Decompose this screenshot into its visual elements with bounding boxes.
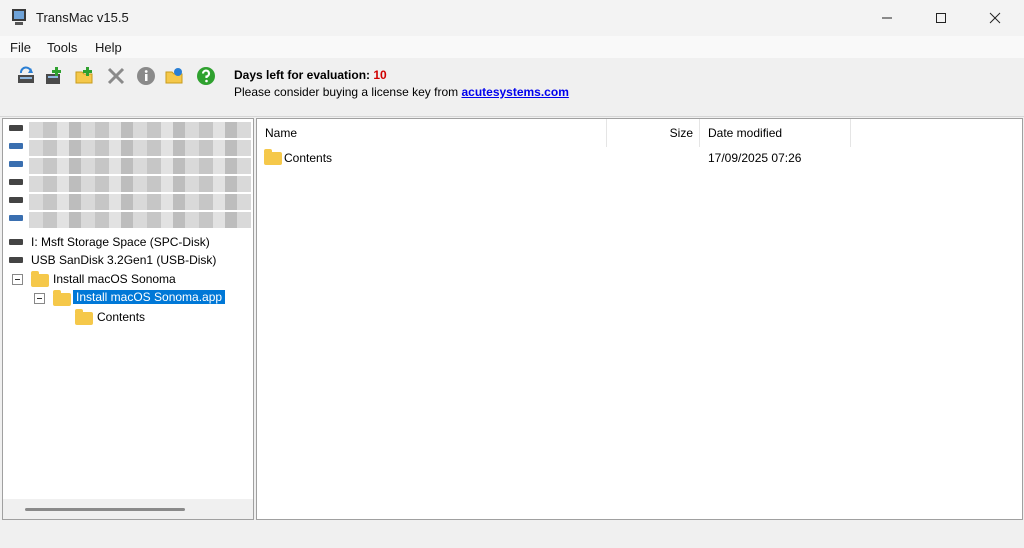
column-size-label: Size	[669, 126, 693, 140]
folder-icon	[75, 309, 93, 325]
tree-item-label: I: Msft Storage Space (SPC-Disk)	[31, 235, 210, 249]
tree-item-label: USB SanDisk 3.2Gen1 (USB-Disk)	[31, 253, 217, 267]
column-date-label: Date modified	[708, 126, 783, 140]
maximize-icon	[936, 13, 946, 23]
info-icon[interactable]	[136, 66, 156, 86]
delete-icon[interactable]	[106, 66, 126, 86]
refresh-drive-icon[interactable]	[16, 66, 36, 86]
redacted-drive-entry	[29, 194, 251, 210]
maximize-button[interactable]	[918, 0, 964, 36]
tree-item-volume[interactable]: Install macOS Sonoma	[3, 270, 253, 288]
file-list-panel[interactable]: Name Size Date modified Contents 17/09/2…	[256, 118, 1023, 520]
file-row-date: 17/09/2025 07:26	[708, 151, 802, 165]
drive-icon	[9, 197, 23, 203]
column-name-label: Name	[265, 126, 298, 140]
title-bar: TransMac v15.5	[0, 0, 1024, 36]
license-text: Please consider buying a license key fro…	[234, 85, 459, 99]
menu-bar: File Tools Help	[0, 36, 1024, 58]
tree-item-label: Contents	[97, 310, 146, 324]
folder-icon	[53, 290, 71, 306]
file-row[interactable]: Contents 17/09/2025 07:26	[257, 147, 1022, 169]
add-drive-icon[interactable]	[44, 66, 64, 86]
minimize-button[interactable]	[864, 0, 910, 36]
drive-icon	[9, 161, 23, 167]
usb-drive-icon	[9, 257, 23, 263]
tree-item-label: Install macOS Sonoma	[53, 272, 176, 286]
file-row-name: Contents	[284, 151, 333, 165]
drive-icon	[9, 125, 23, 131]
collapse-toggle-icon[interactable]	[12, 274, 23, 285]
tree-item-app[interactable]: Install macOS Sonoma.app	[3, 289, 253, 307]
minimize-icon	[882, 17, 892, 19]
redacted-drive-entry	[29, 212, 251, 228]
redacted-drive-entry	[29, 158, 251, 174]
menu-help[interactable]: Help	[95, 40, 122, 55]
window-title: TransMac v15.5	[36, 10, 129, 25]
redacted-drive-entry	[29, 122, 251, 138]
drive-icon	[9, 179, 23, 185]
tree-item-label-selected: Install macOS Sonoma.app	[73, 290, 226, 304]
column-header-name[interactable]: Name	[257, 119, 607, 147]
column-header-size[interactable]: Size	[607, 119, 700, 147]
toolbar: Days left for evaluation: 10 Please cons…	[0, 58, 1024, 117]
redacted-drive-entry	[29, 140, 251, 156]
close-icon	[989, 12, 1001, 24]
eval-days-count: 10	[373, 68, 387, 82]
drive-icon	[9, 143, 23, 149]
new-folder-icon[interactable]	[74, 66, 94, 86]
folder-icon	[264, 149, 282, 165]
menu-file[interactable]: File	[10, 40, 31, 55]
eval-label: Days left for evaluation:	[234, 68, 371, 82]
open-folder-icon[interactable]	[164, 66, 184, 86]
collapse-toggle-icon[interactable]	[34, 293, 45, 304]
redacted-drive-entry	[29, 176, 251, 192]
license-notice: Please consider buying a license key fro…	[234, 85, 569, 99]
tree-item-contents[interactable]: Contents	[3, 308, 253, 326]
app-icon	[12, 9, 26, 25]
close-button[interactable]	[972, 0, 1018, 36]
hard-drive-icon	[9, 239, 23, 245]
status-bar	[0, 522, 1024, 548]
horizontal-scrollbar[interactable]	[3, 499, 253, 519]
scrollbar-thumb[interactable]	[25, 508, 185, 511]
column-header-date[interactable]: Date modified	[700, 119, 851, 147]
license-link[interactable]: acutesystems.com	[461, 85, 568, 99]
drive-icon	[9, 215, 23, 221]
help-icon[interactable]	[196, 66, 216, 86]
drive-tree-panel[interactable]: I: Msft Storage Space (SPC-Disk) USB San…	[2, 118, 254, 520]
evaluation-notice: Days left for evaluation: 10	[234, 68, 387, 82]
folder-icon	[31, 271, 49, 287]
menu-tools[interactable]: Tools	[47, 40, 77, 55]
